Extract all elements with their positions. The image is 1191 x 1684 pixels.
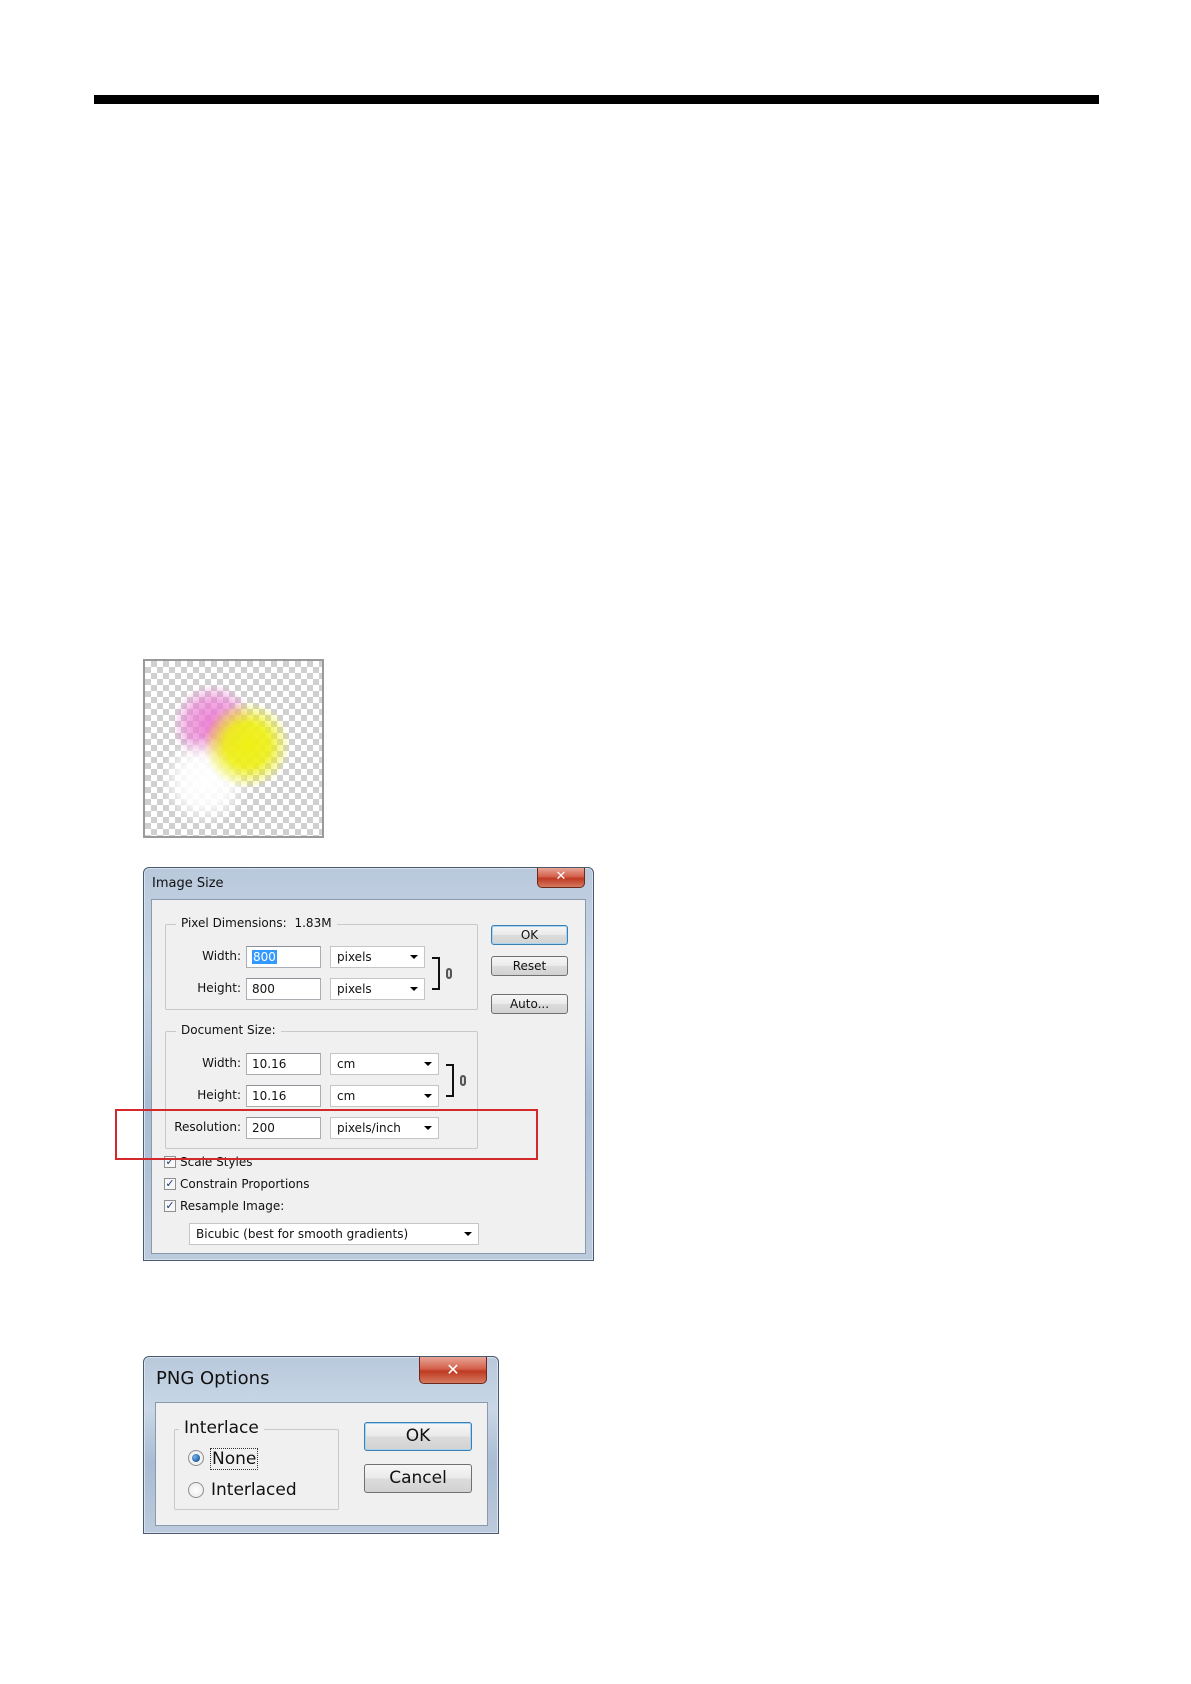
link-chain-icon bbox=[460, 1075, 466, 1086]
cancel-button-label: Cancel bbox=[389, 1468, 447, 1488]
interlace-label: Interlace bbox=[184, 1418, 259, 1438]
constrain-proportions-checkbox[interactable]: ✓ bbox=[164, 1178, 176, 1190]
interlaced-radio-label[interactable]: Interlaced bbox=[211, 1480, 297, 1500]
resample-method-value: Bicubic (best for smooth gradients) bbox=[196, 1227, 409, 1241]
interlaced-radio[interactable] bbox=[188, 1482, 204, 1498]
constrain-proportions-label[interactable]: Constrain Proportions bbox=[180, 1177, 310, 1191]
cancel-button[interactable]: Cancel bbox=[364, 1464, 472, 1493]
chevron-down-icon bbox=[410, 987, 418, 991]
doc-height-label: Height: bbox=[197, 1088, 241, 1102]
doc-width-unit: cm bbox=[337, 1057, 356, 1071]
doc-width-value: 10.16 bbox=[252, 1057, 287, 1071]
pixel-dimensions-legend: Pixel Dimensions: 1.83M bbox=[176, 916, 337, 930]
chevron-down-icon bbox=[410, 955, 418, 959]
ok-button-label: OK bbox=[405, 1426, 431, 1446]
close-icon: ✕ bbox=[446, 1360, 460, 1379]
chevron-down-icon bbox=[424, 1062, 432, 1066]
document-size-legend: Document Size: bbox=[176, 1023, 281, 1037]
pixel-dimensions-size: 1.83M bbox=[294, 916, 332, 930]
close-icon: ✕ bbox=[555, 869, 567, 884]
close-button[interactable]: ✕ bbox=[537, 868, 585, 888]
doc-height-unit: cm bbox=[337, 1089, 356, 1103]
pixel-width-value: 800 bbox=[252, 950, 277, 964]
doc-width-label: Width: bbox=[202, 1056, 241, 1070]
resample-image-label[interactable]: Resample Image: bbox=[180, 1199, 284, 1213]
resample-method-select[interactable]: Bicubic (best for smooth gradients) bbox=[189, 1223, 479, 1245]
pixel-dimensions-label: Pixel Dimensions: bbox=[181, 916, 287, 930]
pixel-width-input[interactable]: 800 bbox=[246, 946, 321, 968]
ok-button[interactable]: OK bbox=[491, 925, 568, 945]
reset-button-label: Reset bbox=[512, 959, 547, 973]
document-size-label: Document Size: bbox=[181, 1023, 276, 1037]
doc-width-unit-select[interactable]: cm bbox=[330, 1053, 439, 1075]
none-radio-label[interactable]: None bbox=[210, 1448, 259, 1470]
resolution-highlight-box bbox=[115, 1109, 538, 1160]
interlace-legend: Interlace bbox=[179, 1418, 264, 1438]
auto-button-label: Auto... bbox=[509, 997, 550, 1011]
dialog-client-area: Interlace None Interlaced OK Cancel bbox=[155, 1402, 488, 1526]
constrain-bracket bbox=[446, 1064, 454, 1097]
doc-height-value: 10.16 bbox=[252, 1089, 287, 1103]
pixel-height-unit: pixels bbox=[337, 982, 372, 996]
doc-height-input[interactable]: 10.16 bbox=[246, 1085, 321, 1107]
pixel-dimensions-group: Pixel Dimensions: 1.83M Width: 800 pixel… bbox=[165, 916, 478, 1010]
png-options-dialog: PNG Options ✕ Interlace None Interlaced … bbox=[143, 1356, 499, 1534]
dialog-client-area: Pixel Dimensions: 1.83M Width: 800 pixel… bbox=[151, 899, 586, 1254]
chevron-down-icon bbox=[464, 1232, 472, 1236]
top-rule bbox=[94, 95, 1099, 104]
constrain-bracket bbox=[432, 957, 440, 990]
reset-button[interactable]: Reset bbox=[491, 956, 568, 976]
image-size-dialog: Image Size ✕ Pixel Dimensions: 1.83M Wid… bbox=[143, 867, 594, 1261]
dialog-title: PNG Options bbox=[156, 1368, 270, 1389]
ok-button-label: OK bbox=[520, 928, 539, 942]
auto-button[interactable]: Auto... bbox=[491, 994, 568, 1014]
pixel-height-input[interactable]: 800 bbox=[246, 978, 321, 1000]
link-chain-icon bbox=[446, 968, 452, 979]
pixel-height-unit-select[interactable]: pixels bbox=[330, 978, 425, 1000]
ok-button[interactable]: OK bbox=[364, 1422, 472, 1451]
resample-image-checkbox[interactable]: ✓ bbox=[164, 1200, 176, 1212]
chevron-down-icon bbox=[424, 1094, 432, 1098]
pixel-width-unit-select[interactable]: pixels bbox=[330, 946, 425, 968]
dialog-title: Image Size bbox=[152, 876, 224, 891]
pixel-width-unit: pixels bbox=[337, 950, 372, 964]
none-radio[interactable] bbox=[188, 1450, 204, 1466]
radio-selected-dot bbox=[192, 1454, 200, 1462]
doc-height-unit-select[interactable]: cm bbox=[330, 1085, 439, 1107]
pixel-height-value: 800 bbox=[252, 982, 275, 996]
pixel-height-label: Height: bbox=[197, 981, 241, 995]
transparent-preview-image bbox=[143, 659, 324, 838]
yellow-blur-circle bbox=[203, 701, 291, 789]
close-button[interactable]: ✕ bbox=[419, 1357, 487, 1384]
doc-width-input[interactable]: 10.16 bbox=[246, 1053, 321, 1075]
interlace-group: Interlace None Interlaced bbox=[174, 1418, 339, 1510]
pixel-width-label: Width: bbox=[202, 949, 241, 963]
